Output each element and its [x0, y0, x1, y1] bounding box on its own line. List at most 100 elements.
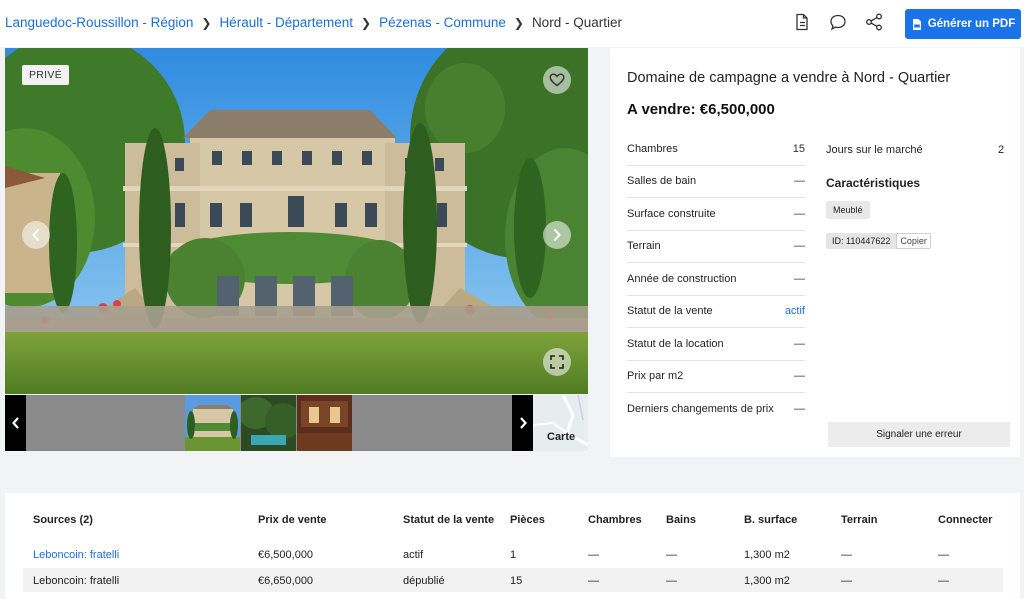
private-badge: PRIVÉ: [22, 65, 70, 85]
spec-label: Surface construite: [627, 208, 716, 220]
column-header-bedrooms: Chambres: [588, 514, 642, 526]
table-cell: —: [588, 575, 599, 587]
source-name: Leboncoin: fratelli: [33, 575, 120, 587]
breadcrumb-commune[interactable]: Pézenas - Commune: [379, 15, 506, 30]
spec-value: —: [794, 338, 805, 350]
days-on-market-label: Jours sur le marché: [826, 144, 923, 156]
map-thumbnail[interactable]: Carte: [533, 395, 588, 451]
table-cell: 15: [510, 575, 523, 587]
document-icon[interactable]: [792, 12, 812, 32]
spec-label: Chambres: [627, 143, 678, 155]
source-link[interactable]: Leboncoin: fratelli: [33, 549, 119, 561]
spec-row-bathrooms: Salles de bain —: [627, 166, 805, 198]
report-error-button[interactable]: Signaler une erreur: [828, 422, 1010, 447]
column-header-connect: Connecter: [938, 514, 993, 526]
copy-id-button[interactable]: Copier: [896, 233, 931, 249]
sale-status-link[interactable]: actif: [785, 305, 805, 317]
column-header-sources: Sources (2): [33, 514, 93, 526]
chevron-right-icon: [519, 417, 527, 429]
property-photo: [5, 48, 588, 394]
pdf-icon: [912, 18, 921, 30]
feature-tag: Meublé: [826, 201, 870, 219]
spec-label: Statut de la vente: [627, 305, 713, 317]
breadcrumb-separator-icon: ❯: [513, 16, 524, 30]
table-cell: —: [841, 575, 852, 587]
sources-table: Sources (2) Prix de vente Statut de la v…: [5, 493, 1020, 599]
breadcrumb-separator-icon: ❯: [361, 16, 372, 30]
table-cell: —: [938, 575, 949, 587]
table-cell: —: [588, 549, 599, 561]
spec-label: Année de construction: [627, 273, 737, 285]
spec-value: —: [794, 208, 805, 220]
thumbnail-3[interactable]: [297, 395, 352, 451]
listing-title: Domaine de campagne a vendre à Nord - Qu…: [627, 70, 951, 86]
table-cell: —: [841, 549, 852, 561]
table-cell: —: [666, 549, 677, 561]
gallery-prev-button[interactable]: [22, 221, 50, 249]
share-icon[interactable]: [864, 12, 884, 32]
table-cell: —: [938, 549, 949, 561]
photo-gallery[interactable]: PRIVÉ: [5, 48, 588, 394]
table-cell: €6,500,000: [258, 549, 314, 561]
thumbs-prev-button[interactable]: [5, 395, 26, 451]
table-cell: 1,300 m2: [744, 549, 790, 561]
favorite-button[interactable]: [543, 66, 571, 94]
listing-price: A vendre: €6,500,000: [627, 101, 775, 118]
column-header-price: Prix de vente: [258, 514, 327, 526]
spec-row-year-built: Année de construction —: [627, 264, 805, 296]
chevron-left-icon: [32, 228, 40, 242]
features-title: Caractéristiques: [826, 176, 921, 190]
spec-row-bedrooms: Chambres 15: [627, 134, 805, 166]
column-header-sale-status: Statut de la vente: [403, 514, 495, 526]
chevron-left-icon: [11, 417, 19, 429]
breadcrumb: Languedoc-Roussillon - Région ❯ Hérault - …: [5, 15, 622, 30]
breadcrumb-department[interactable]: Hérault - Département: [219, 15, 353, 30]
comment-icon[interactable]: [828, 12, 848, 32]
listing-id-text: ID: 110447622: [826, 233, 897, 249]
generate-pdf-label: Générer un PDF: [927, 18, 1016, 30]
column-header-rooms: Pièces: [510, 514, 545, 526]
thumbs-next-button[interactable]: [512, 395, 533, 451]
spec-row-sale-status: Statut de la vente actif: [627, 296, 805, 328]
chevron-right-icon: [553, 228, 561, 242]
thumbnail-2[interactable]: [241, 395, 296, 451]
days-on-market-value: 2: [998, 144, 1005, 156]
spec-value: —: [794, 273, 805, 285]
spec-label: Salles de bain: [627, 175, 697, 187]
breadcrumb-region[interactable]: Languedoc-Roussillon - Région: [5, 15, 193, 30]
generate-pdf-button[interactable]: Générer un PDF: [905, 9, 1021, 39]
spec-value: —: [794, 240, 805, 252]
spec-label: Terrain: [627, 240, 661, 252]
table-cell: €6,650,000: [258, 575, 314, 587]
listing-details-card: Domaine de campagne a vendre à Nord - Qu…: [610, 48, 1020, 457]
fullscreen-icon: [550, 355, 564, 369]
column-header-land: Terrain: [841, 514, 878, 526]
gallery-next-button[interactable]: [543, 221, 571, 249]
spec-value: —: [794, 370, 805, 382]
listing-id: ID: 110447622 Copier: [826, 233, 931, 249]
spec-value: 15: [792, 143, 805, 155]
spec-label: Prix par m2: [627, 370, 684, 382]
column-header-building-surface: B. surface: [744, 514, 798, 526]
thumbnail-1[interactable]: [185, 395, 240, 451]
spec-row-rental-status: Statut de la location —: [627, 329, 805, 361]
table-row: Leboncoin: fratelli €6,650,000 dépublié …: [23, 568, 1003, 592]
table-cell: actif: [403, 549, 424, 561]
breadcrumb-current: Nord - Quartier: [531, 15, 622, 30]
spec-label: Derniers changements de prix: [627, 403, 774, 415]
page-header: Languedoc-Roussillon - Région ❯ Hérault - …: [0, 0, 1024, 47]
spec-value: —: [794, 403, 805, 415]
spec-label: Statut de la location: [627, 338, 724, 350]
table-cell: 1,300 m2: [744, 575, 790, 587]
table-cell: —: [666, 575, 677, 587]
heart-icon: [549, 73, 565, 87]
spec-row-land: Terrain —: [627, 231, 805, 263]
breadcrumb-separator-icon: ❯: [201, 16, 212, 30]
table-cell: 1: [510, 549, 517, 561]
table-row: Leboncoin: fratelli €6,500,000 actif 1 —…: [23, 542, 1003, 566]
fullscreen-button[interactable]: [543, 348, 571, 376]
spec-row-built-surface: Surface construite —: [627, 199, 805, 231]
thumbnail-strip: Carte: [5, 395, 588, 451]
spec-row-price-changes: Derniers changements de prix —: [627, 394, 805, 426]
spec-row-price-per-m2: Prix par m2 —: [627, 361, 805, 393]
